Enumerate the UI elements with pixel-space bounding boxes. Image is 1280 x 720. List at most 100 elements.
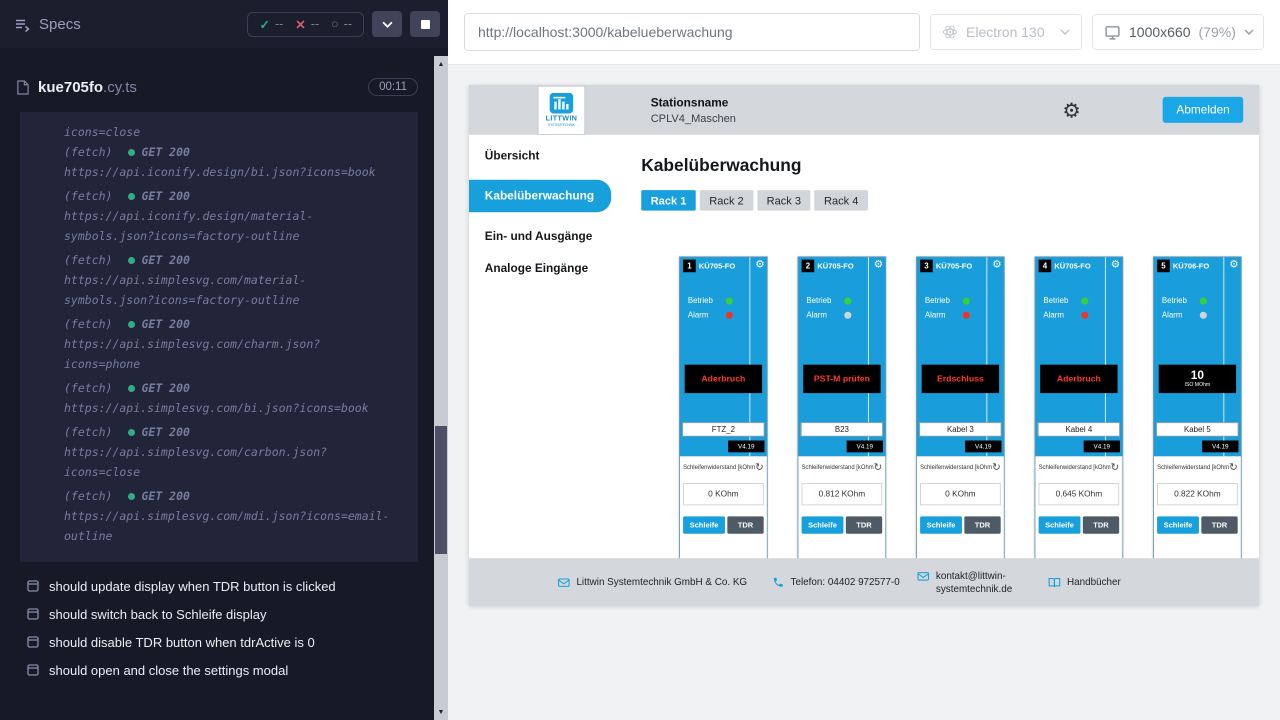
check-icon: ✓ (259, 17, 269, 32)
alarm-label: Alarm (806, 311, 838, 320)
device-settings-gear-icon[interactable]: ⚙ (874, 259, 883, 269)
refresh-icon[interactable]: ↻ (1229, 462, 1238, 472)
device-settings-gear-icon[interactable]: ⚙ (1111, 259, 1120, 269)
spec-filename: kue705fo.cy.ts (38, 79, 359, 96)
tdr-button[interactable]: TDR (727, 516, 763, 533)
device-card-3: ⚙ 3 KÜ705-FO Betrieb Alarm (916, 256, 1004, 572)
alarm-led (1200, 311, 1207, 318)
log-entry[interactable]: (fetch)GET 200 https://api.simplesvg.com… (64, 250, 394, 310)
cable-name: Kabel 5 (1156, 422, 1238, 436)
runner-body: kue705fo.cy.ts 00:11 icons=close (fetch)… (0, 48, 448, 720)
rack-tabs: Rack 1 Rack 2 Rack 3 Rack 4 (641, 190, 1259, 211)
test-block-icon (27, 664, 39, 676)
measurement-value: 0.822 KOhm (1157, 483, 1238, 505)
tdr-button[interactable]: TDR (1201, 516, 1237, 533)
tab-rack-3[interactable]: Rack 3 (757, 190, 810, 211)
viewport-selector[interactable]: 1000x660 (79%) (1092, 14, 1264, 50)
betrieb-label: Betrieb (688, 296, 720, 305)
log-entry[interactable]: (fetch)GET 200 https://api.iconify.desig… (64, 142, 394, 182)
viewport-icon (1104, 24, 1121, 41)
schleife-button[interactable]: Schleife (920, 516, 962, 533)
refresh-icon[interactable]: ↻ (874, 462, 883, 472)
tdr-button[interactable]: TDR (1083, 516, 1119, 533)
book-icon (1048, 576, 1061, 589)
refresh-icon[interactable]: ↻ (1111, 462, 1120, 472)
aut-panel: http://localhost:3000/kabelueberwachung … (448, 0, 1280, 720)
url-input[interactable]: http://localhost:3000/kabelueberwachung (464, 13, 920, 51)
spec-header[interactable]: kue705fo.cy.ts 00:11 (0, 72, 434, 102)
command-log: icons=close (fetch)GET 200 https://api.i… (20, 112, 418, 562)
measurement-label: Schleifenwiderstand [kOhm] (920, 463, 992, 470)
device-model: KÜ705-FO (817, 262, 853, 271)
station-label: Stationsname (651, 96, 736, 109)
scroll-up-icon[interactable]: ▲ (434, 56, 448, 72)
logout-button[interactable]: Abmelden (1163, 97, 1243, 123)
firmware-version: V4.19 (847, 441, 883, 453)
app-body: Übersicht Kabelüberwachung Ein- und Ausg… (469, 135, 1259, 607)
tab-rack-1[interactable]: Rack 1 (641, 190, 696, 211)
sidebar-item-ein-und-ausgaenge[interactable]: Ein- und Ausgänge (469, 220, 633, 252)
measurement-value: 0 KOhm (920, 483, 1001, 505)
station-info: Stationsname CPLV4_Maschen (651, 96, 736, 124)
device-card-5: ⚙ 5 KÜ706-FO Betrieb Alarm (1153, 256, 1241, 572)
app-sidebar: Übersicht Kabelüberwachung Ein- und Ausg… (469, 135, 633, 607)
collapse-button[interactable] (372, 11, 402, 37)
alarm-label: Alarm (925, 311, 957, 320)
test-item[interactable]: should disable TDR button when tdrActive… (27, 628, 418, 656)
footer-manuals[interactable]: Handbücher (1048, 576, 1121, 589)
test-item[interactable]: should switch back to Schleife display (27, 600, 418, 628)
device-settings-gear-icon[interactable]: ⚙ (755, 259, 764, 269)
schleife-button[interactable]: Schleife (683, 516, 725, 533)
settings-gear-icon[interactable]: ⚙ (1062, 100, 1080, 121)
alarm-led (963, 311, 970, 318)
refresh-icon[interactable]: ↻ (755, 462, 764, 472)
tab-rack-2[interactable]: Rack 2 (700, 190, 753, 211)
measurement-label: Schleifenwiderstand [kOhm] (683, 463, 755, 470)
alarm-led (726, 311, 733, 318)
runner-topbar: Specs ✓-- ✕-- ○-- (0, 0, 448, 48)
log-entry[interactable]: (fetch)GET 200 https://api.iconify.desig… (64, 186, 394, 246)
log-entry[interactable]: (fetch)GET 200 https://api.simplesvg.com… (64, 378, 394, 418)
scrollbar-thumb[interactable] (435, 426, 447, 554)
status-display: Erdschluss (922, 365, 999, 393)
betrieb-led (1200, 297, 1207, 304)
sidebar-item-uebersicht[interactable]: Übersicht (469, 140, 633, 172)
log-entry[interactable]: (fetch)GET 200 https://api.simplesvg.com… (64, 486, 394, 546)
alarm-led (844, 311, 851, 318)
passed-stat: ✓-- (259, 17, 283, 32)
log-entry[interactable]: (fetch)GET 200 https://api.simplesvg.com… (64, 314, 394, 374)
device-number-badge: 4 (1039, 260, 1052, 273)
test-item[interactable]: should open and close the settings modal (27, 656, 418, 684)
scroll-down-icon[interactable]: ▼ (434, 704, 448, 720)
runner-controls: ✓-- ✕-- ○-- (247, 11, 440, 37)
test-item[interactable]: should update display when TDR button is… (27, 572, 418, 600)
cable-name: Kabel 4 (1038, 422, 1120, 436)
betrieb-label: Betrieb (925, 296, 957, 305)
success-dot-icon (128, 149, 135, 156)
tdr-button[interactable]: TDR (964, 516, 1000, 533)
schleife-button[interactable]: Schleife (802, 516, 844, 533)
sidebar-item-kabelueberwachung[interactable]: Kabelüberwachung (469, 180, 611, 212)
log-entry[interactable]: (fetch)GET 200 https://api.simplesvg.com… (64, 422, 394, 482)
refresh-icon[interactable]: ↻ (992, 462, 1001, 472)
browser-selector[interactable]: Electron 130 (930, 14, 1082, 50)
schleife-button[interactable]: Schleife (1157, 516, 1199, 533)
footer-company: Littwin Systemtechnik GmbH & Co. KG (557, 576, 756, 589)
station-name: CPLV4_Maschen (651, 111, 736, 124)
specs-toggle[interactable]: Specs (14, 16, 81, 33)
scrollbar-track[interactable] (434, 72, 448, 704)
success-dot-icon (128, 321, 135, 328)
status-display: Aderbruch (685, 365, 762, 393)
chevron-down-icon (1060, 29, 1070, 35)
stop-icon (421, 20, 430, 29)
tab-rack-4[interactable]: Rack 4 (814, 190, 867, 211)
spec-file-icon (16, 80, 29, 95)
device-settings-gear-icon[interactable]: ⚙ (1229, 259, 1238, 269)
stop-button[interactable] (410, 11, 440, 37)
sidebar-item-analoge-eingaenge[interactable]: Analoge Eingänge (469, 252, 633, 284)
tdr-button[interactable]: TDR (846, 516, 882, 533)
device-settings-gear-icon[interactable]: ⚙ (992, 259, 1001, 269)
runner-scrollbar[interactable]: ▲ ▼ (434, 56, 448, 720)
spec-timer: 00:11 (368, 78, 418, 96)
schleife-button[interactable]: Schleife (1039, 516, 1081, 533)
